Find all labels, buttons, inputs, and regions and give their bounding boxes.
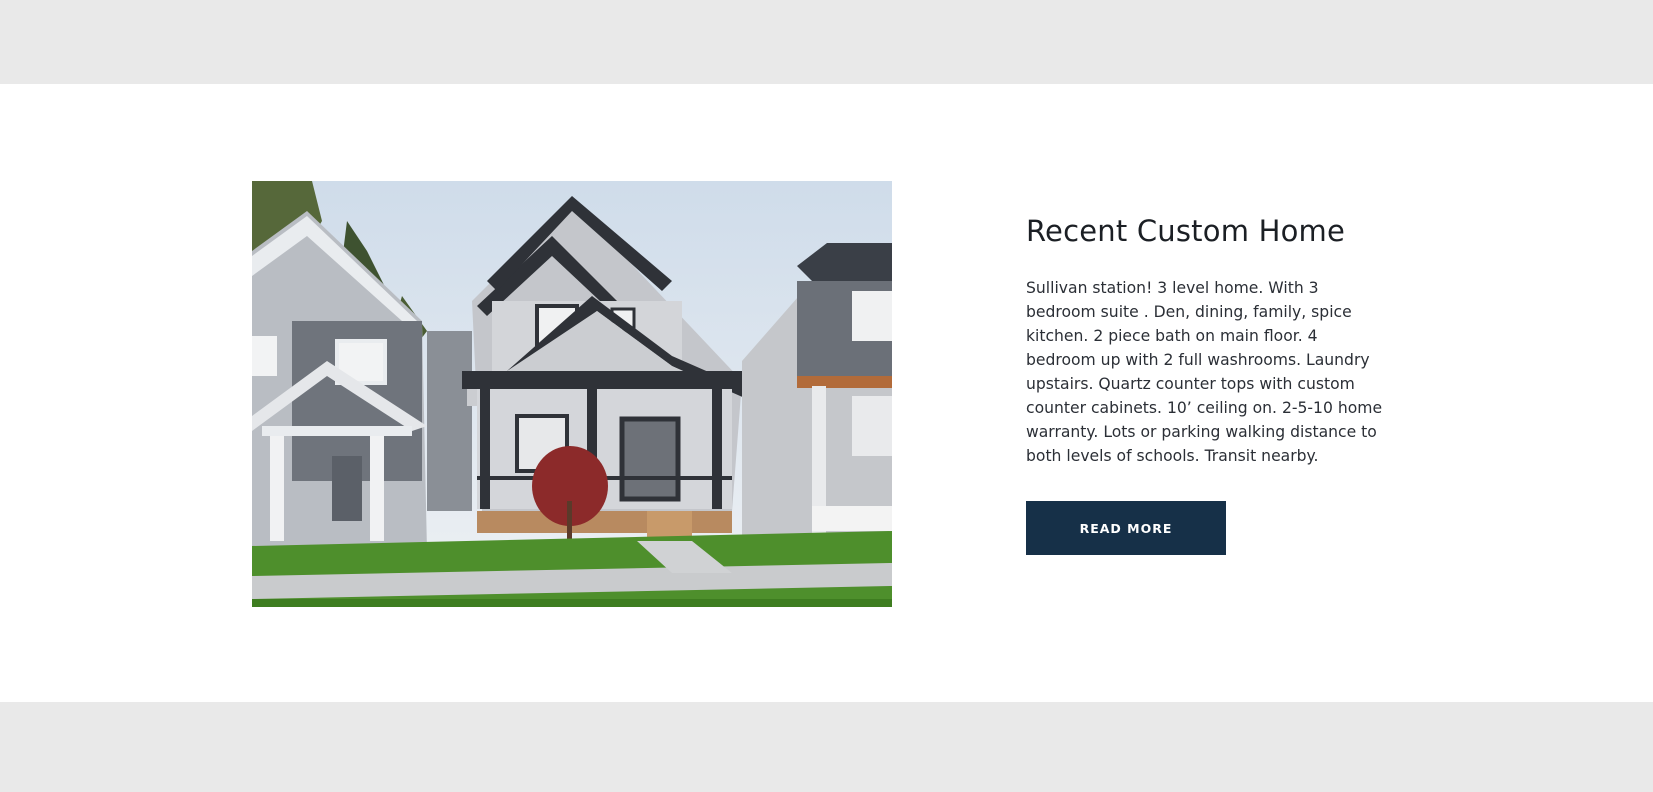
read-more-button[interactable]: READ MORE bbox=[1026, 501, 1226, 555]
feature-content: Recent Custom Home Sullivan station! 3 l… bbox=[1026, 213, 1388, 555]
top-band bbox=[0, 0, 1653, 84]
featured-home-section: Recent Custom Home Sullivan station! 3 l… bbox=[0, 84, 1653, 702]
feature-title: Recent Custom Home bbox=[1026, 214, 1346, 248]
bottom-band bbox=[0, 702, 1653, 792]
feature-description: Sullivan station! 3 level home. With 3 b… bbox=[1026, 279, 1383, 465]
house-photo bbox=[252, 181, 892, 607]
house-illustration bbox=[252, 181, 892, 607]
